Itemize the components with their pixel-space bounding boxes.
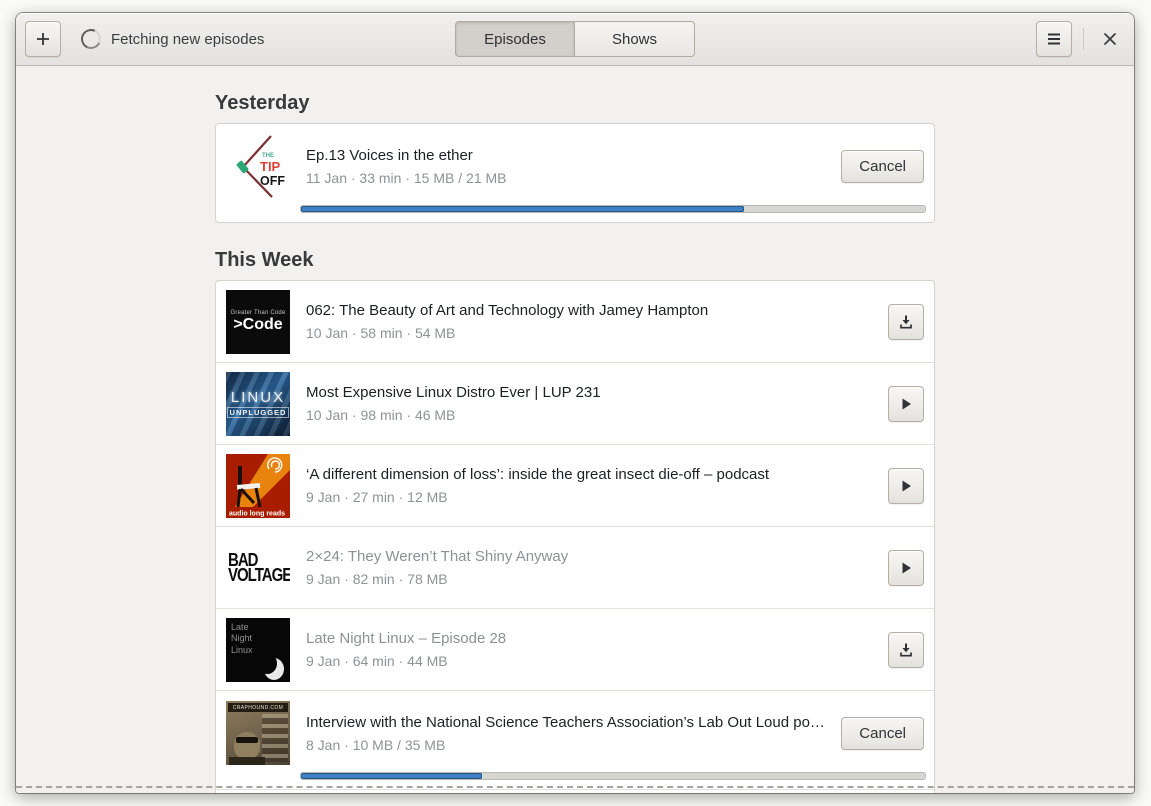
episode-row-greater-than-code[interactable]: Greater Than Code >Code 062: The Beauty o… xyxy=(216,281,934,362)
add-podcast-button[interactable] xyxy=(25,21,61,57)
menu-button[interactable] xyxy=(1036,21,1072,57)
header-bar: Fetching new episodes Episodes Shows xyxy=(16,13,1134,66)
episode-row-bad-voltage[interactable]: BAD VOLTAGE 2×24: They Weren’t That Shiny… xyxy=(216,526,934,608)
episode-list: Yesterday THE TIP OFF Ep.13 Voices in the… xyxy=(215,92,935,793)
plus-icon xyxy=(37,33,49,45)
artwork-audio-long-reads: audio long reads xyxy=(226,453,290,518)
artwork-greater-than-code: Greater Than Code >Code xyxy=(226,289,290,354)
download-icon xyxy=(900,315,912,329)
download-button[interactable] xyxy=(888,303,924,340)
episode-title: 2×24: They Weren’t That Shiny Anyway xyxy=(306,548,569,565)
episode-meta: 10 Jan · 58 min · 54 MB xyxy=(306,325,456,341)
artwork-linux-unplugged: LINUX UNPLUGGED xyxy=(226,371,290,436)
cancel-button[interactable]: Cancel xyxy=(841,149,924,183)
episode-meta: 9 Jan · 27 min · 12 MB xyxy=(306,489,448,505)
play-icon xyxy=(902,562,911,573)
svg-text:TIP: TIP xyxy=(260,159,281,174)
episode-row-irl[interactable]: » IRL Bot or Not xyxy=(216,789,934,793)
download-progress-bar xyxy=(300,205,926,213)
hamburger-icon xyxy=(1048,33,1060,45)
close-icon xyxy=(1104,33,1116,45)
episode-meta: 8 Jan · 10 MB / 35 MB xyxy=(306,736,446,753)
artwork-bad-voltage: BAD VOLTAGE xyxy=(226,535,290,600)
download-progress-bar xyxy=(300,772,926,780)
episode-card: Greater Than Code >Code 062: The Beauty o… xyxy=(215,280,935,793)
cancel-button[interactable]: Cancel xyxy=(841,716,924,750)
play-button[interactable] xyxy=(888,467,924,504)
episode-title: Ep.13 Voices in the ether xyxy=(306,146,473,164)
status-text: Fetching new episodes xyxy=(111,30,265,48)
episode-card: THE TIP OFF Ep.13 Voices in the ether 11 J… xyxy=(215,123,935,223)
artwork-craphound: CRAPHOUND.COM xyxy=(226,701,290,765)
episode-meta: 10 Jan · 98 min · 46 MB xyxy=(306,407,456,423)
spinner-icon xyxy=(78,26,104,52)
episode-row-the-tip-off[interactable]: THE TIP OFF Ep.13 Voices in the ether 11 J… xyxy=(216,124,934,222)
episode-title: Late Night Linux – Episode 28 xyxy=(306,630,507,647)
svg-text:OFF: OFF xyxy=(260,174,285,188)
view-switcher: Episodes Shows xyxy=(455,21,695,57)
episode-title: Most Expensive Linux Distro Ever | LUP 2… xyxy=(306,384,601,401)
tab-shows[interactable]: Shows xyxy=(575,21,695,57)
episode-row-linux-unplugged[interactable]: LINUX UNPLUGGED Most Expensive Linux Dist… xyxy=(216,362,934,444)
artwork-the-tip-off: THE TIP OFF xyxy=(226,134,290,198)
artwork-late-night-linux: Late Night Linux xyxy=(226,617,290,682)
download-progress-fill xyxy=(301,206,745,212)
episode-meta: 9 Jan · 64 min · 44 MB xyxy=(306,653,448,669)
header-separator xyxy=(1083,28,1084,50)
section-heading-this-week: This Week xyxy=(215,249,314,271)
episode-title: ‘A different dimension of loss’: inside … xyxy=(306,466,770,483)
download-button[interactable] xyxy=(888,631,924,668)
header-right-controls xyxy=(1036,21,1125,57)
svg-text:audio long reads: audio long reads xyxy=(229,510,285,517)
play-icon xyxy=(902,398,911,409)
close-button[interactable] xyxy=(1095,24,1125,54)
episode-row-audio-long-reads[interactable]: audio long reads ‘A different dimension o… xyxy=(216,444,934,526)
desktop: Fetching new episodes Episodes Shows Yest… xyxy=(0,0,1151,806)
tab-episodes[interactable]: Episodes xyxy=(455,21,575,57)
episode-title: 062: The Beauty of Art and Technology wi… xyxy=(306,302,709,319)
content-area: Yesterday THE TIP OFF Ep.13 Voices in the… xyxy=(16,66,1134,793)
section-heading-yesterday: Yesterday xyxy=(215,92,310,114)
episode-row-craphound[interactable]: CRAPHOUND.COM Interview with the National… xyxy=(216,690,934,789)
download-icon xyxy=(900,643,912,657)
episode-meta: 11 Jan · 33 min · 15 MB / 21 MB xyxy=(306,169,507,186)
play-button[interactable] xyxy=(888,385,924,422)
play-icon xyxy=(902,480,911,491)
play-button[interactable] xyxy=(888,549,924,586)
episode-title: Interview with the National Science Teac… xyxy=(306,713,830,731)
download-progress-fill xyxy=(301,773,482,779)
episode-meta: 9 Jan · 82 min · 78 MB xyxy=(306,571,448,587)
episode-row-late-night-linux[interactable]: Late Night Linux Late Night Linux – Episod… xyxy=(216,608,934,690)
podcasts-window: Fetching new episodes Episodes Shows Yest… xyxy=(16,13,1134,793)
